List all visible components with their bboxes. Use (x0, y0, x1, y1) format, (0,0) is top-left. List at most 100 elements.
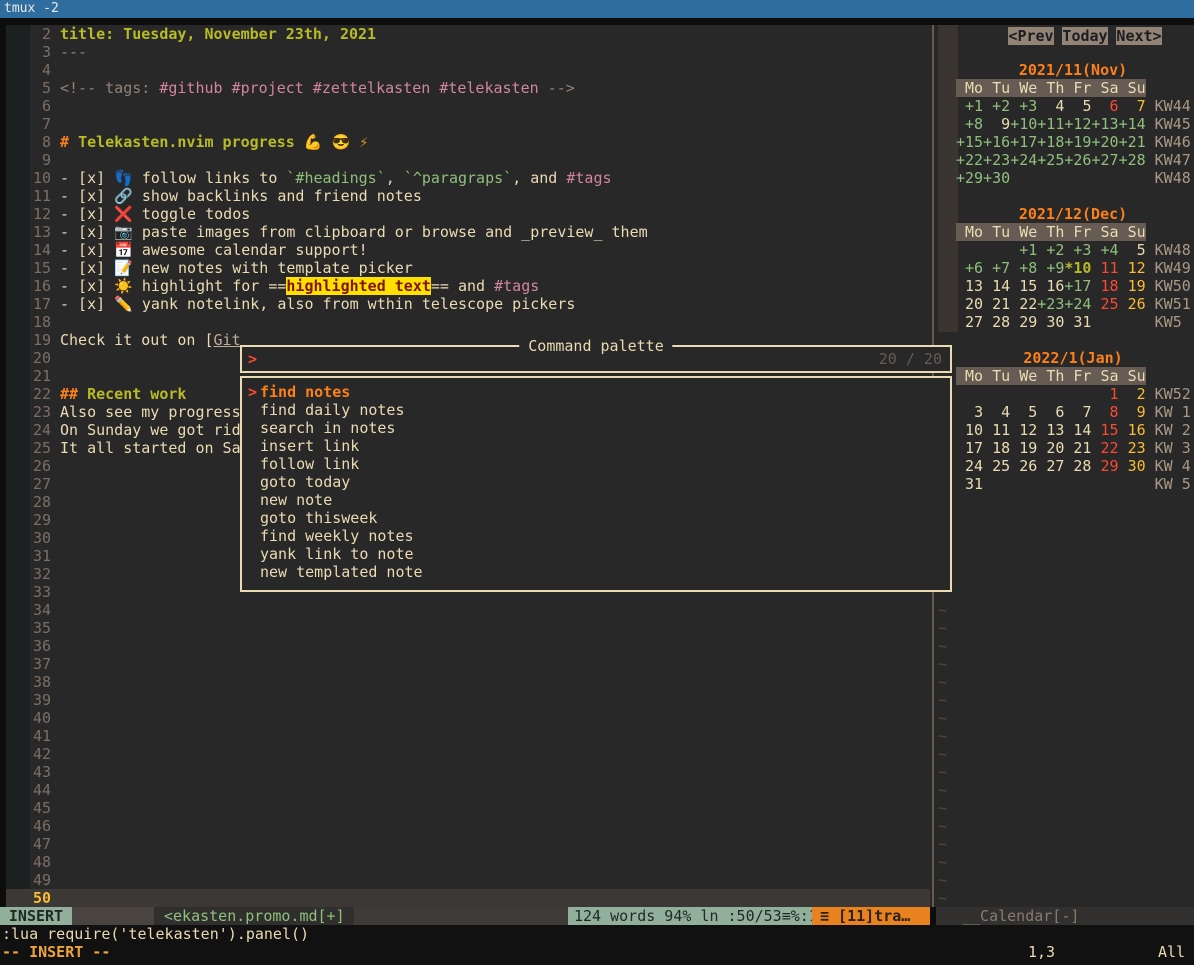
calendar-day[interactable]: +10 (1010, 115, 1037, 133)
calendar-day[interactable]: +17 (1064, 277, 1091, 295)
calendar-day[interactable]: 3 (956, 403, 983, 421)
calendar-day[interactable]: +25 (1037, 151, 1064, 169)
calendar-day[interactable]: 7 (1064, 403, 1091, 421)
editor-line[interactable]: 6 (0, 97, 930, 115)
editor-line[interactable]: 3--- (0, 43, 930, 61)
calendar-day[interactable]: +13 (1091, 115, 1118, 133)
calendar-day[interactable]: +24 (1064, 295, 1091, 313)
editor-line[interactable]: 8# Telekasten.nvim progress 💪 😎 ⚡ (0, 133, 930, 151)
editor-line[interactable]: 38 (0, 673, 930, 691)
calendar-day[interactable]: 24 (956, 457, 983, 475)
calendar-day[interactable]: 22 (1010, 295, 1037, 313)
calendar-day[interactable]: +12 (1064, 115, 1091, 133)
calendar-day[interactable]: 16 (1119, 421, 1146, 439)
editor-line[interactable]: 48 (0, 853, 930, 871)
calendar-day[interactable]: *10 (1064, 259, 1091, 277)
calendar-day[interactable]: 21 (983, 295, 1010, 313)
calendar-day[interactable]: 8 (1091, 403, 1118, 421)
calendar-day[interactable]: +1 (1010, 241, 1037, 259)
editor-line[interactable]: 41 (0, 727, 930, 745)
palette-item[interactable]: new templated note (242, 563, 950, 581)
calendar-day[interactable]: +20 (1091, 133, 1118, 151)
calendar-day[interactable]: +17 (1010, 133, 1037, 151)
calendar-day[interactable]: 27 (956, 313, 983, 331)
calendar-day[interactable]: 13 (1037, 421, 1064, 439)
calendar-day[interactable]: 9 (1119, 403, 1146, 421)
editor-line[interactable]: 5<!-- tags: #github #project #zettelkast… (0, 79, 930, 97)
editor-line[interactable]: 44 (0, 781, 930, 799)
calendar-today-button[interactable]: Today (1062, 27, 1108, 45)
calendar-day[interactable]: 28 (983, 313, 1010, 331)
editor-line[interactable]: 40 (0, 709, 930, 727)
editor-line[interactable]: 45 (0, 799, 930, 817)
editor-line[interactable]: 50 (0, 889, 930, 907)
calendar-day[interactable]: 21 (1064, 439, 1091, 457)
calendar-day[interactable]: 4 (983, 403, 1010, 421)
scrollbar[interactable] (938, 25, 958, 332)
editor-line[interactable]: 9 (0, 151, 930, 169)
calendar-day[interactable]: +21 (1119, 133, 1146, 151)
calendar-day[interactable]: +8 (1010, 259, 1037, 277)
calendar-day[interactable]: 7 (1119, 97, 1146, 115)
palette-item[interactable]: yank link to note (242, 545, 950, 563)
calendar-day[interactable]: 20 (956, 295, 983, 313)
editor-line[interactable]: 35 (0, 619, 930, 637)
editor-line[interactable]: 7 (0, 115, 930, 133)
palette-item[interactable]: insert link (242, 437, 950, 455)
palette-item[interactable]: >find notes (242, 383, 950, 401)
calendar-day[interactable]: 18 (983, 439, 1010, 457)
calendar-day[interactable]: 29 (1091, 457, 1118, 475)
calendar-day[interactable]: +29 (956, 169, 983, 187)
editor-line[interactable]: 15- [x] 📝 new notes with template picker (0, 259, 930, 277)
palette-item[interactable]: goto today (242, 473, 950, 491)
calendar-day[interactable]: 31 (1064, 313, 1091, 331)
calendar-day[interactable]: 6 (1037, 403, 1064, 421)
editor-line[interactable]: 47 (0, 835, 930, 853)
calendar-day[interactable]: 22 (1091, 439, 1118, 457)
calendar-day[interactable]: +26 (1064, 151, 1091, 169)
calendar-day[interactable]: 12 (1010, 421, 1037, 439)
calendar-day[interactable]: 9 (983, 115, 1010, 133)
palette-item[interactable]: new note (242, 491, 950, 509)
editor-line[interactable]: 37 (0, 655, 930, 673)
calendar-day[interactable]: 26 (1010, 457, 1037, 475)
editor-line[interactable]: 2title: Tuesday, November 23th, 2021 (0, 25, 930, 43)
calendar-day[interactable]: +3 (1010, 97, 1037, 115)
calendar-day[interactable]: +16 (983, 133, 1010, 151)
palette-item[interactable]: find weekly notes (242, 527, 950, 545)
calendar-day[interactable]: 12 (1119, 259, 1146, 277)
editor-line[interactable]: 36 (0, 637, 930, 655)
calendar-day[interactable]: 16 (1037, 277, 1064, 295)
calendar-day[interactable]: 5 (1119, 241, 1146, 259)
calendar-day[interactable]: 28 (1064, 457, 1091, 475)
palette-item[interactable]: goto thisweek (242, 509, 950, 527)
calendar-day[interactable]: 25 (983, 457, 1010, 475)
calendar-day[interactable]: 13 (956, 277, 983, 295)
calendar-day[interactable]: 19 (1010, 439, 1037, 457)
calendar-day[interactable]: 4 (1037, 97, 1064, 115)
editor-line[interactable]: 4 (0, 61, 930, 79)
editor-line[interactable]: 34 (0, 601, 930, 619)
calendar-day[interactable]: 30 (1037, 313, 1064, 331)
calendar-day[interactable]: 11 (1091, 259, 1118, 277)
calendar-day[interactable]: 31 (956, 475, 983, 493)
editor-line[interactable]: 49 (0, 871, 930, 889)
calendar-day[interactable]: +24 (1010, 151, 1037, 169)
calendar-day[interactable]: +2 (983, 97, 1010, 115)
calendar-day[interactable]: +30 (983, 169, 1010, 187)
calendar-day[interactable]: 19 (1119, 277, 1146, 295)
palette-item[interactable]: search in notes (242, 419, 950, 437)
calendar-day[interactable]: +6 (956, 259, 983, 277)
editor-line[interactable]: 13- [x] 📷 paste images from clipboard or… (0, 223, 930, 241)
calendar-day[interactable]: 2 (1119, 385, 1146, 403)
calendar-day[interactable]: +14 (1119, 115, 1146, 133)
calendar-day[interactable]: +8 (956, 115, 983, 133)
calendar-day[interactable]: 17 (956, 439, 983, 457)
calendar-day[interactable]: +19 (1064, 133, 1091, 151)
calendar-day[interactable]: +28 (1119, 151, 1146, 169)
editor-line[interactable]: 12- [x] ❌ toggle todos (0, 205, 930, 223)
calendar-day[interactable]: 11 (983, 421, 1010, 439)
calendar-day[interactable]: 23 (1119, 439, 1146, 457)
editor-line[interactable]: 16- [x] ☀️ highlight for ==highlighted t… (0, 277, 930, 295)
calendar-day[interactable]: +22 (956, 151, 983, 169)
